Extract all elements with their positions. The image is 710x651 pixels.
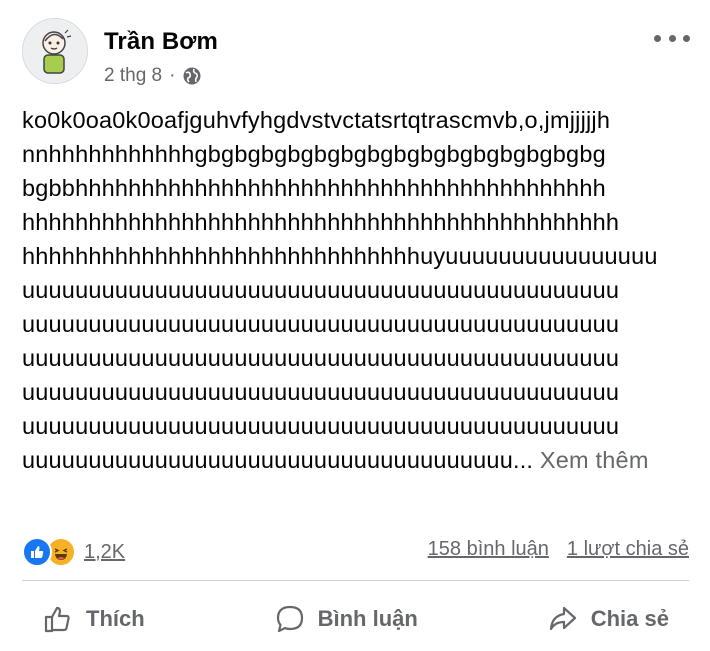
avatar-illustration (24, 20, 86, 82)
post-line: uuuuuuuuuuuuuuuuuuuuuuuuuuuuuuuuuuuuuuuu… (22, 345, 620, 371)
share-button-label: Chia sẻ (590, 606, 669, 631)
thumbs-up-icon (44, 606, 70, 633)
dot (654, 34, 661, 42)
post-actions: Thích Bình luận Chia sẻ (22, 598, 689, 640)
post-line: uuuuuuuuuuuuuuuuuuuuuuuuuuuuuuuuuuuuuuuu… (22, 277, 620, 303)
post-last-line-text: uuuuuuuuuuuuuuuuuuuuuuuuuuuuuuuuuuuuu... (22, 447, 534, 473)
meta-separator: · (169, 65, 176, 86)
post-line: hhhhhhhhhhhhhhhhhhhhhhhhhhhhhhuyuuuuuuuu… (22, 243, 658, 269)
post-meta: 2 thg 8 · (104, 65, 202, 87)
post-line: hhhhhhhhhhhhhhhhhhhhhhhhhhhhhhhhhhhhhhhh… (22, 209, 620, 235)
post-text: ko0k0oa0k0oafjguhvfyhgdvstvctatsrtqtrasc… (22, 103, 687, 477)
post-line: bgbbhhhhhhhhhhhhhhhhhhhhhhhhhhhhhhhhhhhh… (22, 175, 606, 201)
comment-count[interactable]: 158 bình luận (428, 538, 549, 561)
like-button[interactable]: Thích (22, 598, 165, 640)
comment-button[interactable]: Bình luận (254, 598, 438, 640)
like-button-label: Thích (86, 606, 145, 631)
reaction-count[interactable]: 1,2K (84, 541, 125, 564)
avatar[interactable] (22, 18, 88, 84)
post-last-line: uuuuuuuuuuuuuuuuuuuuuuuuuuuuuuuuuuuuu...… (22, 443, 687, 477)
post-line: nnhhhhhhhhhhhgbgbgbgbgbgbgbgbgbgbgbgbgbg… (22, 141, 606, 167)
dot (683, 34, 690, 42)
dot (668, 34, 676, 42)
like-reaction-glyph (31, 546, 44, 558)
post-line: uuuuuuuuuuuuuuuuuuuuuuuuuuuuuuuuuuuuuuuu… (22, 311, 620, 337)
comment-button-label: Bình luận (317, 606, 418, 631)
comment-bubble-icon (276, 605, 303, 633)
share-button[interactable]: Chia sẻ (527, 598, 689, 640)
post-header: Trần Bơm 2 thg 8 · (22, 18, 690, 88)
globe-icon[interactable] (182, 66, 202, 86)
like-reaction-icon (22, 537, 52, 567)
share-count[interactable]: 1 lượt chia sẻ (567, 538, 689, 561)
post-line: uuuuuuuuuuuuuuuuuuuuuuuuuuuuuuuuuuuuuuuu… (22, 413, 620, 439)
post-line: uuuuuuuuuuuuuuuuuuuuuuuuuuuuuuuuuuuuuuuu… (22, 379, 620, 405)
see-more-link[interactable]: Xem thêm (540, 447, 649, 473)
author-name[interactable]: Trần Bơm (104, 28, 218, 56)
post-line: ko0k0oa0k0oafjguhvfyhgdvstvctatsrtqtrasc… (22, 107, 611, 133)
share-arrow-icon (549, 606, 576, 631)
divider (22, 580, 689, 581)
more-dots-icon[interactable] (654, 30, 690, 46)
engagement-counts: 158 bình luận 1 lượt chia sẻ (428, 538, 689, 561)
post-time[interactable]: 2 thg 8 (104, 65, 162, 87)
reactions-summary[interactable]: 1,2K (22, 537, 125, 567)
post-stats: 1,2K 158 bình luận 1 lượt chia sẻ (22, 532, 689, 570)
